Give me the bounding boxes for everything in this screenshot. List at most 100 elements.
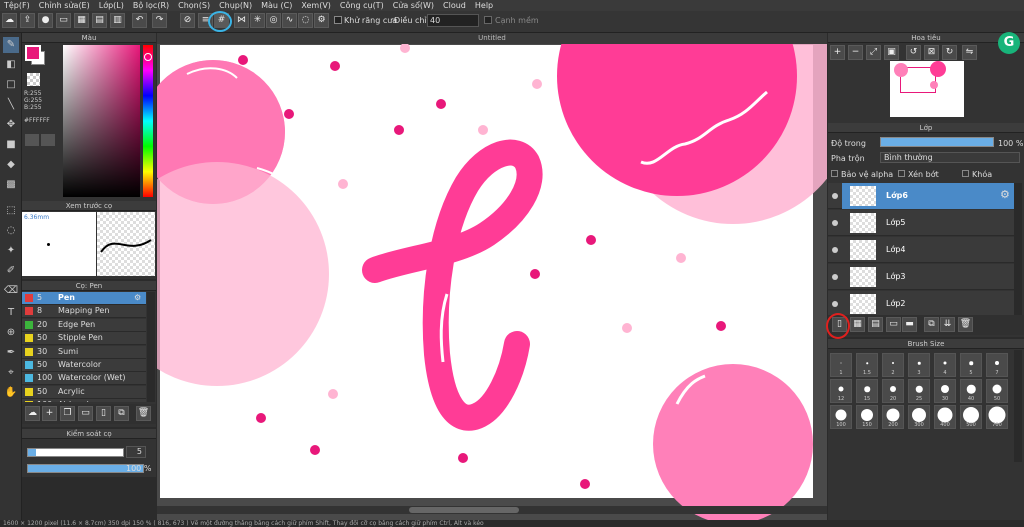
brush-add-icon[interactable]: + [42, 406, 57, 421]
layer-list-scrollbar[interactable] [1014, 183, 1022, 315]
brush-item[interactable]: 5 Pen ⚙ [22, 292, 146, 305]
duplicate-layer-icon[interactable]: ⧉ [924, 317, 939, 332]
canvas-viewport[interactable] [157, 44, 827, 520]
grammarly-icon[interactable]: G [998, 32, 1020, 54]
grid-view-icon[interactable]: ▦ [74, 13, 89, 28]
menu-item[interactable]: Help [475, 1, 493, 10]
brush-size-option[interactable]: 4 [934, 353, 956, 377]
merge-layer-icon[interactable]: ⇊ [940, 317, 955, 332]
lock-checkbox[interactable] [962, 170, 969, 177]
menu-item[interactable]: Lớp(L) [99, 1, 124, 10]
divide-tool-icon[interactable]: ⊕ [3, 325, 19, 341]
fit-icon[interactable]: ⤢ [866, 45, 881, 60]
redo-icon[interactable]: ↷ [152, 13, 167, 28]
new-halftone-layer-icon[interactable]: ▦ [850, 317, 865, 332]
brush-size-option[interactable]: 300 [908, 405, 930, 429]
radial-snap-icon[interactable]: ✳ [250, 13, 265, 28]
eraser-tool-icon[interactable]: ◧ [3, 57, 19, 73]
brush-size-option[interactable]: 40 [960, 379, 982, 403]
new-8bit-layer-icon[interactable]: ▤ [868, 317, 883, 332]
menu-item[interactable]: Tệp(F) [4, 1, 30, 10]
menu-item[interactable]: Cửa sổ(W) [393, 1, 434, 10]
protect-alpha-checkbox[interactable] [831, 170, 838, 177]
brush-size-value[interactable]: 5 [126, 446, 146, 458]
color-wheel-icon[interactable] [41, 134, 55, 146]
settings-icon[interactable]: ⚙ [314, 13, 329, 28]
primary-color-swatch[interactable] [25, 45, 41, 61]
brush-size-scrollbar[interactable] [1014, 350, 1022, 462]
select-rect-icon[interactable]: ⬚ [3, 203, 19, 219]
eye-icon[interactable] [832, 301, 838, 307]
brush-size-option[interactable]: 30 [934, 379, 956, 403]
brush-size-slider[interactable] [27, 448, 124, 457]
brush-size-option[interactable]: 1 [830, 353, 852, 377]
hue-slider[interactable] [143, 45, 153, 197]
layer-row[interactable]: Lớp3 [828, 264, 1014, 290]
brush-cloud-icon[interactable]: ☁ [25, 406, 40, 421]
bucket-tool-icon[interactable]: ◆ [3, 157, 19, 173]
no-snap-icon[interactable]: ⊘ [180, 13, 195, 28]
palette-icon[interactable] [25, 134, 39, 146]
brush-duplicate-icon[interactable]: ⧉ [114, 406, 129, 421]
adjust-input[interactable]: 40 [427, 14, 479, 27]
export-icon[interactable]: ⇪ [20, 13, 35, 28]
brush-item[interactable]: 30 Sumi [22, 345, 146, 359]
layer-opacity-slider[interactable] [880, 137, 994, 147]
panel-icon[interactable]: ▤ [92, 13, 107, 28]
undo-icon[interactable]: ↶ [132, 13, 147, 28]
brush-size-option[interactable]: 150 [856, 405, 878, 429]
curve-snap-icon[interactable]: ∿ [282, 13, 297, 28]
clip-checkbox[interactable] [898, 170, 905, 177]
eye-icon[interactable] [832, 274, 838, 280]
brush-item[interactable]: 50 Acrylic [22, 385, 146, 399]
transparent-color-swatch[interactable] [27, 73, 40, 86]
lasso-icon[interactable]: ◌ [3, 223, 19, 239]
new-folder-icon[interactable]: ▬ [902, 317, 917, 332]
fill-rect-tool-icon[interactable]: ■ [3, 137, 19, 153]
delete-layer-icon[interactable]: 🗑 [958, 317, 973, 332]
color-saturation-picker[interactable] [63, 45, 140, 197]
brush-size-option[interactable]: 200 [882, 405, 904, 429]
menu-item[interactable]: Chọn(S) [178, 1, 210, 10]
brush-size-option[interactable]: 1.5 [856, 353, 878, 377]
canvas-horizontal-scrollbar[interactable] [157, 506, 827, 514]
menu-item[interactable]: Xem(V) [301, 1, 331, 10]
actual-size-icon[interactable]: ▣ [884, 45, 899, 60]
brush-size-option[interactable]: 500 [960, 405, 982, 429]
brush-item[interactable]: 100 Airbrush [22, 399, 146, 402]
brush-size-option[interactable]: 2 [882, 353, 904, 377]
brush-tool-icon[interactable]: ✎ [3, 37, 19, 53]
brush-item[interactable]: 50 Stipple Pen [22, 332, 146, 346]
brush-copy-icon[interactable]: ❐ [60, 406, 75, 421]
brush-size-option[interactable]: 700 [986, 405, 1008, 429]
select-eraser-icon[interactable]: ⌫ [3, 283, 19, 299]
circle-snap-icon[interactable]: ◎ [266, 13, 281, 28]
menu-item[interactable]: Bộ lọc(R) [133, 1, 169, 10]
brush-size-option[interactable]: 20 [882, 379, 904, 403]
hand-tool-icon[interactable]: ✋ [3, 385, 19, 401]
brush-settings-icon[interactable]: ⚙ [134, 293, 141, 302]
vanishing-point-icon[interactable]: ⋈ [234, 13, 249, 28]
pen-tool-icon[interactable]: ✒ [3, 345, 19, 361]
select-pen-icon[interactable]: ✐ [3, 263, 19, 279]
zoom-in-icon[interactable]: + [830, 45, 845, 60]
brush-size-option[interactable]: 25 [908, 379, 930, 403]
brush-size-option[interactable]: 12 [830, 379, 852, 403]
blend-mode-select[interactable]: Bình thường [880, 152, 1020, 163]
text-tool-icon[interactable]: T [3, 305, 19, 321]
rotate-left-icon[interactable]: ↺ [906, 45, 921, 60]
smooth-checkbox[interactable] [484, 16, 492, 24]
flip-icon[interactable]: ⇋ [962, 45, 977, 60]
navigator-thumbnail[interactable] [890, 61, 964, 117]
brush-size-option[interactable]: 7 [986, 353, 1008, 377]
layer-row[interactable]: Lớp6 ⚙ [828, 183, 1014, 209]
zoom-out-icon[interactable]: − [848, 45, 863, 60]
brush-doc-icon[interactable]: ▯ [96, 406, 111, 421]
menu-item[interactable]: Màu (C) [261, 1, 292, 10]
brush-folder-icon[interactable]: ▭ [78, 406, 93, 421]
line-tool-icon[interactable]: ╲ [3, 97, 19, 113]
gradient-tool-icon[interactable]: ▩ [3, 177, 19, 193]
brush-size-option[interactable]: 400 [934, 405, 956, 429]
menu-item[interactable]: Chụp(N) [219, 1, 252, 10]
cloud-icon[interactable]: ☁ [2, 13, 17, 28]
